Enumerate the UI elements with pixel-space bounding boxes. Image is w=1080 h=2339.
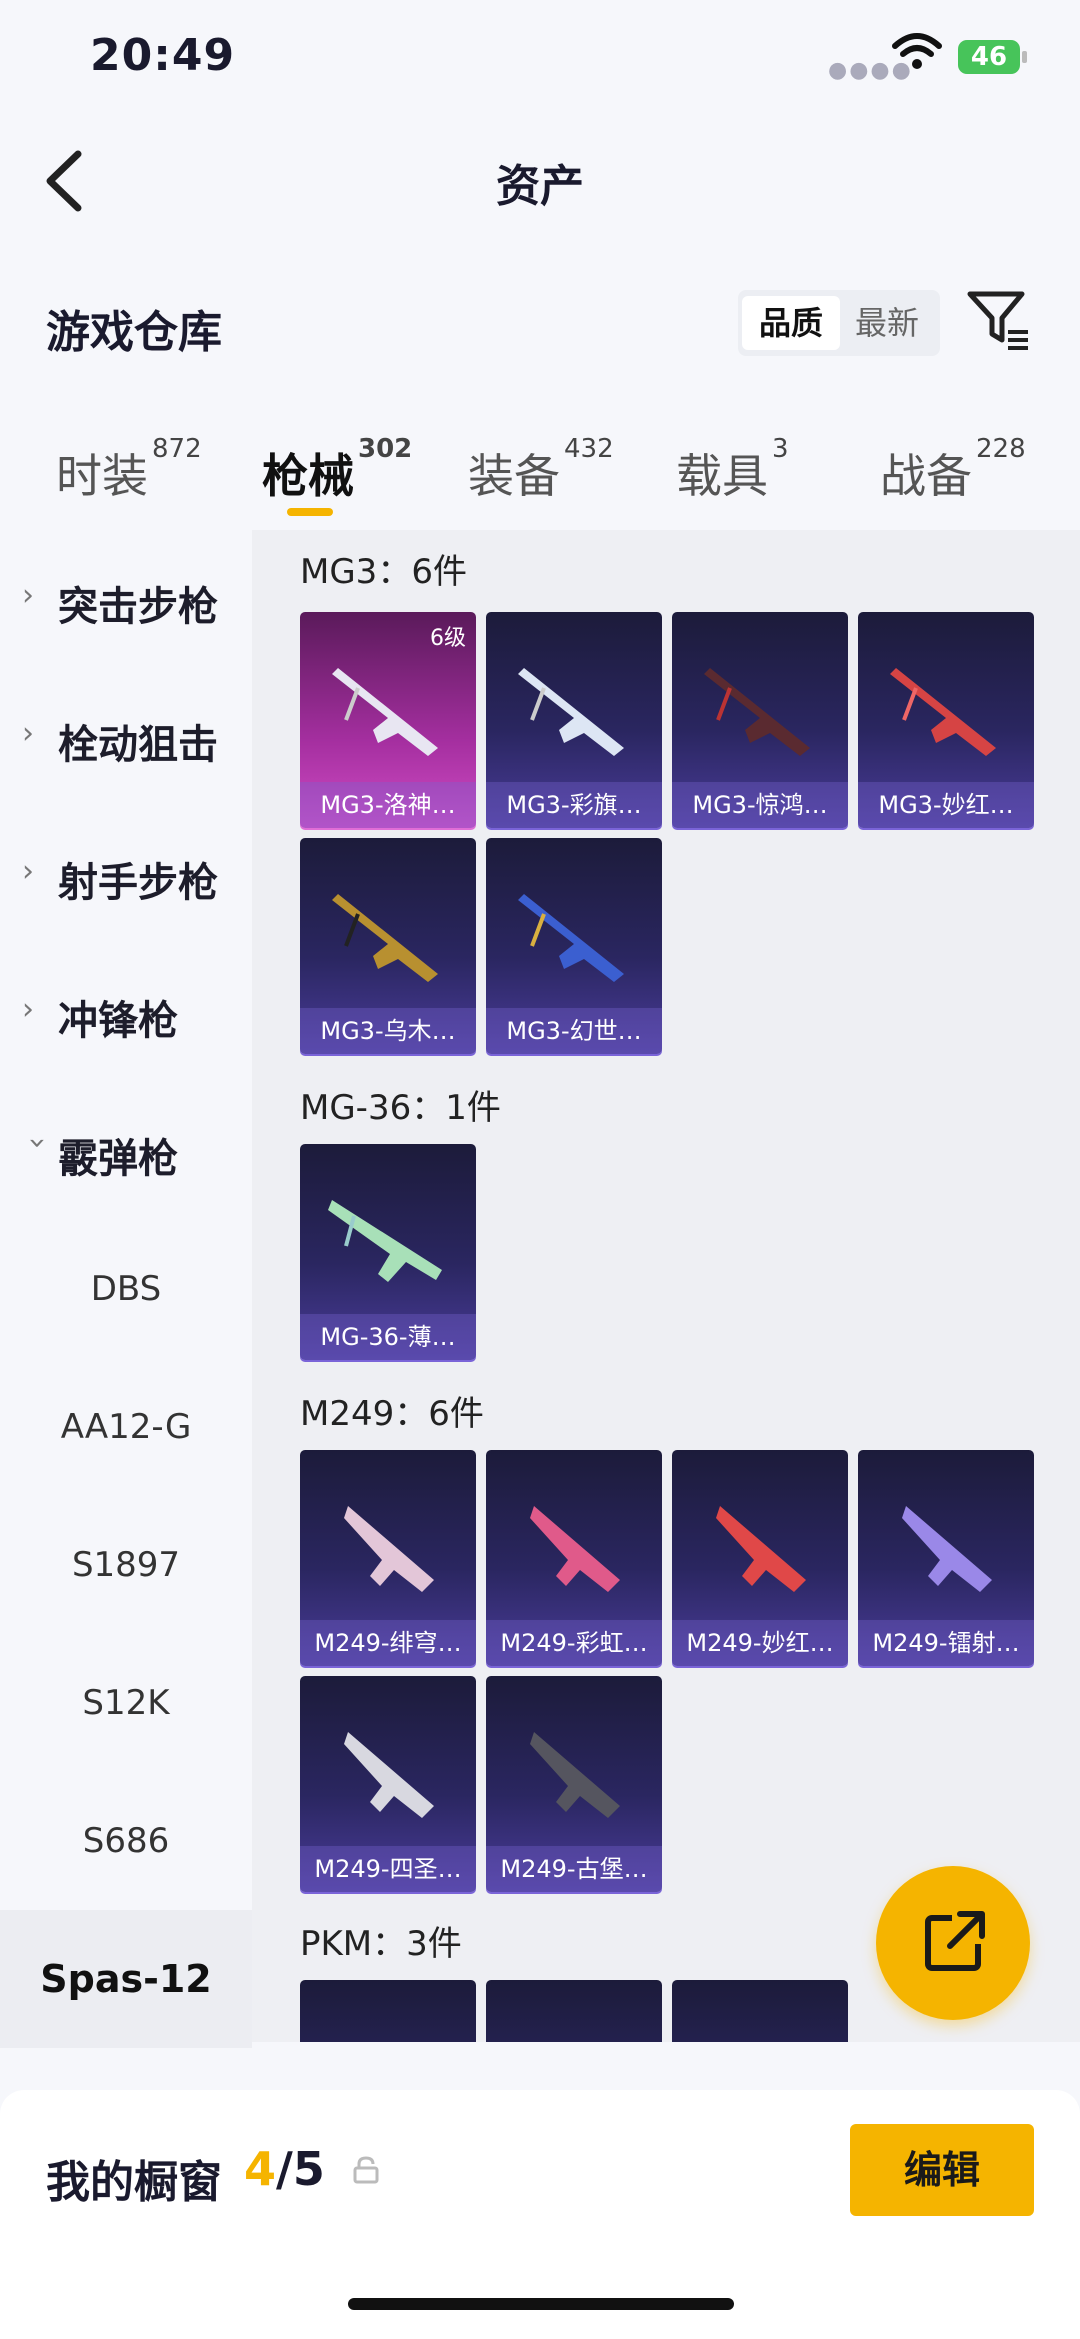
group-title-mg3: MG3：6件 (300, 552, 467, 592)
status-time: 20:49 (90, 30, 236, 81)
gun-icon (332, 894, 438, 982)
lock-icon (353, 2156, 379, 2184)
gun-icon (518, 668, 624, 756)
chevron-right-icon: › (22, 578, 34, 613)
sidebar-item-smg[interactable]: › 冲锋枪 (0, 944, 252, 1082)
group-title-m249: M249：6件 (300, 1394, 484, 1434)
page-title: 资产 (496, 161, 584, 212)
edit-button[interactable]: 编辑 (850, 2124, 1034, 2216)
weapon-card[interactable]: M249-彩虹… (486, 1450, 662, 1666)
group-title-pkm: PKM：3件 (300, 1924, 462, 1964)
share-button[interactable] (876, 1866, 1030, 2020)
weapon-card[interactable]: M249-妙红… (672, 1450, 848, 1666)
chevron-down-icon: › (20, 1137, 55, 1149)
sidebar-sub-dbs[interactable]: DBS (0, 1220, 252, 1358)
weapon-card[interactable]: MG-36-薄… (300, 1144, 476, 1360)
gun-icon (518, 894, 624, 982)
gun-icon (530, 1732, 620, 1818)
weapon-card[interactable]: M249-绯穹… (300, 1450, 476, 1666)
category-tabs: 时装 872 枪械 302 装备 432 载具 3 战备 228 (0, 430, 1080, 520)
tab-equipment[interactable]: 装备 432 (468, 434, 614, 506)
sidebar-item-shotgun[interactable]: › 霰弹枪 (0, 1082, 252, 1220)
status-bar: 20:49 ●●●● 46 (0, 0, 1080, 120)
sidebar-item-bolt-sniper[interactable]: › 栓动狙击 (0, 668, 252, 806)
sidebar-sub-s12k[interactable]: S12K (0, 1634, 252, 1772)
weapon-category-sidebar: › 突击步枪 › 栓动狙击 › 射手步枪 › 冲锋枪 › 霰弹枪 DBS AA12-G S… (0, 530, 252, 2048)
gun-icon (716, 1506, 806, 1592)
chevron-right-icon: › (22, 854, 34, 889)
weapon-card[interactable]: MG3-惊鸿… (672, 612, 848, 828)
group-title-mg36: MG-36：1件 (300, 1088, 501, 1128)
gun-icon (332, 668, 438, 756)
gun-icon (344, 1506, 434, 1592)
gun-icon (530, 1506, 620, 1592)
tab-vehicles[interactable]: 载具 3 (676, 434, 789, 506)
home-indicator (348, 2298, 734, 2310)
weapon-grid: MG3：6件 6级 MG3-洛神… MG3-彩旗… MG3-惊鸿… MG3-妙红… (252, 530, 1080, 2042)
weapon-card[interactable]: M249-古堡… (486, 1676, 662, 1892)
weapon-card[interactable]: MG3-乌木… (300, 838, 476, 1054)
sidebar-sub-s1897[interactable]: S1897 (0, 1496, 252, 1634)
gun-icon (344, 1732, 434, 1818)
weapon-card[interactable] (300, 1980, 476, 2042)
tab-guns[interactable]: 枪械 302 (262, 434, 412, 506)
weapon-card[interactable]: MG3-彩旗… (486, 612, 662, 828)
battery-icon: 46 (958, 40, 1027, 74)
gun-icon (890, 668, 996, 756)
sort-newest-button[interactable]: 最新 (838, 296, 936, 350)
weapon-card[interactable]: 6级 MG3-洛神… (300, 612, 476, 828)
sidebar-item-marksman[interactable]: › 射手步枪 (0, 806, 252, 944)
gun-icon (902, 1506, 992, 1592)
chevron-right-icon: › (22, 716, 34, 751)
warehouse-title: 游戏仓库 (46, 307, 222, 358)
weapon-card[interactable] (486, 1980, 662, 2042)
sort-quality-button[interactable]: 品质 (742, 296, 840, 350)
tab-gear[interactable]: 战备 228 (880, 434, 1026, 506)
weapon-card[interactable]: M249-镭射… (858, 1450, 1034, 1666)
gun-icon (704, 668, 810, 756)
weapon-card[interactable]: MG3-妙红… (858, 612, 1034, 828)
sidebar-sub-spas12[interactable]: Spas-12 (0, 1910, 252, 2048)
sidebar-sub-s686[interactable]: S686 (0, 1772, 252, 1910)
active-tab-indicator (287, 508, 333, 516)
showcase-title: 我的橱窗 (46, 2157, 222, 2208)
wifi-icon (892, 33, 942, 69)
sort-toggle: 品质 最新 (738, 290, 940, 356)
sidebar-item-assault-rifle[interactable]: › 突击步枪 (0, 530, 252, 668)
showcase-count: 4/5 (244, 2142, 325, 2196)
weapon-card[interactable]: MG3-幻世… (486, 838, 662, 1054)
weapon-card[interactable]: M249-四圣… (300, 1676, 476, 1892)
sidebar-sub-aa12g[interactable]: AA12-G (0, 1358, 252, 1496)
filter-icon[interactable] (966, 288, 1032, 354)
tab-costume[interactable]: 时装 872 (56, 434, 202, 506)
share-icon (925, 1910, 986, 1971)
weapon-card[interactable] (672, 1980, 848, 2042)
gun-icon (328, 1200, 442, 1282)
chevron-right-icon: › (22, 992, 34, 1027)
